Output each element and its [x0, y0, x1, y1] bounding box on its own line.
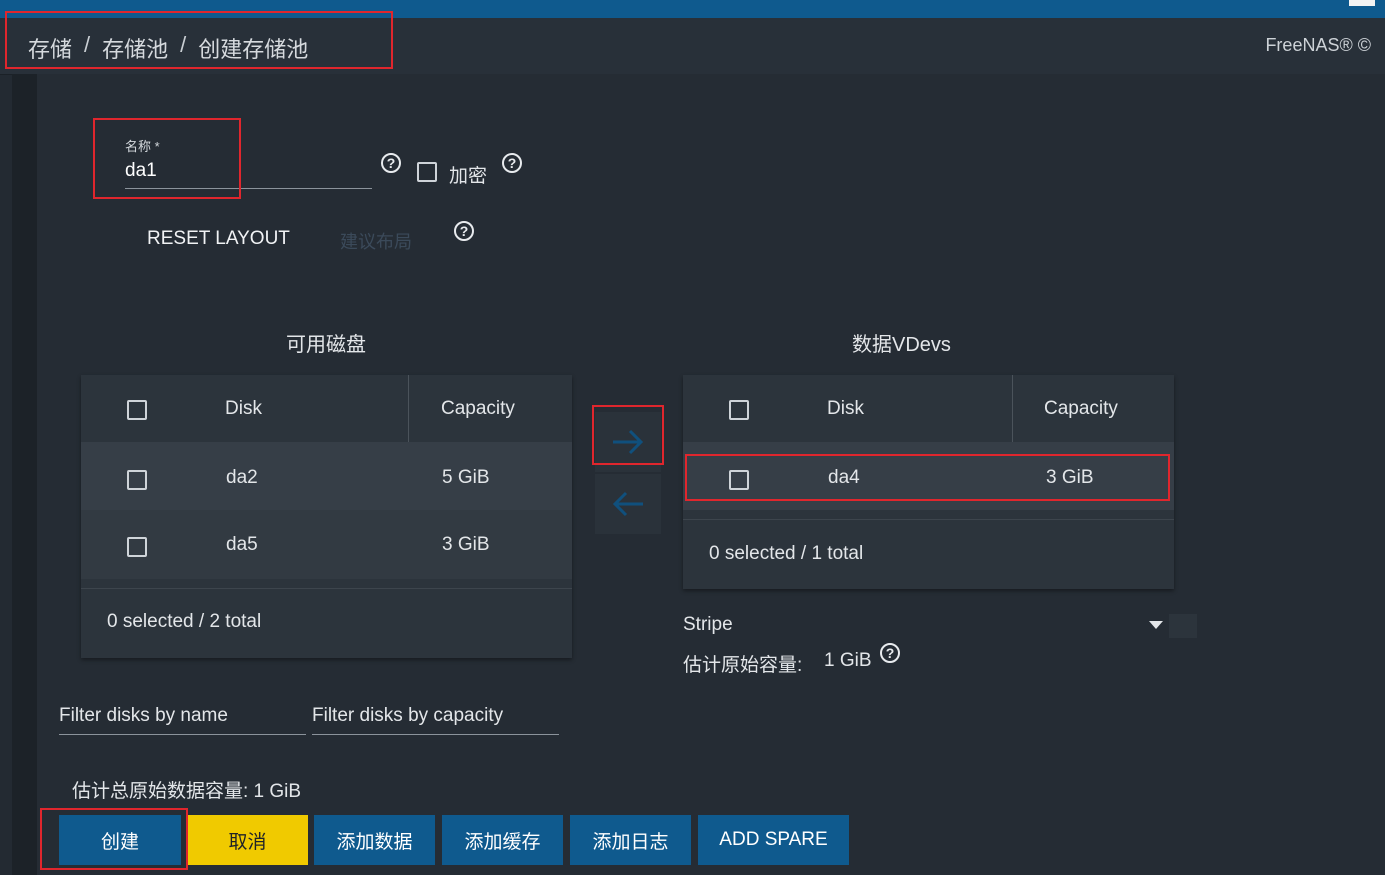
layout-select-extra	[1169, 614, 1197, 638]
name-input-underline	[125, 188, 372, 189]
filter-capacity-input[interactable]: Filter disks by capacity	[312, 705, 503, 727]
menu-icon[interactable]	[1349, 0, 1375, 6]
breadcrumb-separator: /	[180, 32, 187, 57]
cancel-button[interactable]: 取消	[187, 815, 308, 865]
table-row[interactable]: da4 3 GiB	[683, 442, 1174, 510]
disk-name: da2	[226, 467, 258, 488]
data-vdevs-title: 数据VDevs	[852, 334, 951, 356]
column-header-disk[interactable]: Disk	[225, 398, 262, 420]
breadcrumb-separator: /	[84, 32, 91, 57]
arrow-left-icon	[612, 491, 643, 517]
encrypt-help-icon[interactable]: ?	[502, 153, 522, 173]
filter-capacity-underline	[312, 734, 559, 735]
move-left-button[interactable]	[595, 474, 661, 534]
breadcrumb-item-pools[interactable]: 存储池	[102, 32, 168, 64]
row-checkbox[interactable]	[729, 470, 749, 490]
column-separator	[408, 375, 409, 442]
select-all-checkbox[interactable]	[729, 400, 749, 420]
name-help-icon[interactable]: ?	[381, 153, 401, 173]
move-right-button[interactable]	[595, 412, 661, 472]
reset-layout-button[interactable]: RESET LAYOUT	[147, 228, 290, 250]
caret-down-icon[interactable]	[1149, 621, 1163, 629]
table-footer-divider	[81, 588, 572, 589]
estimated-capacity-value: 1 GiB	[824, 650, 872, 671]
top-toolbar	[0, 0, 1385, 18]
brand-label: FreeNAS® ©	[1265, 35, 1371, 55]
encrypt-checkbox[interactable]	[417, 162, 437, 182]
disk-capacity: 3 GiB	[1046, 467, 1094, 488]
breadcrumb-bar: 存储 / 存储池 / 创建存储池 FreeNAS® ©	[0, 18, 1385, 75]
filter-name-input[interactable]: Filter disks by name	[59, 705, 228, 727]
breadcrumb-item-create-pool: 创建存储池	[198, 37, 309, 62]
available-disks-table: Disk Capacity da2 5 GiB da5 3 GiB 0 sele…	[81, 375, 572, 658]
disk-name: da5	[226, 534, 258, 555]
add-log-button[interactable]: 添加日志	[570, 815, 691, 865]
breadcrumb-item-storage[interactable]: 存储	[28, 32, 72, 64]
add-spare-button[interactable]: ADD SPARE	[698, 815, 849, 865]
layout-help-icon[interactable]: ?	[454, 221, 474, 241]
vdev-layout-select[interactable]: Stripe	[683, 614, 733, 636]
create-button[interactable]: 创建	[59, 815, 181, 865]
breadcrumb: 存储 / 存储池 / 创建存储池	[28, 32, 308, 64]
name-input[interactable]: da1	[125, 160, 157, 182]
column-header-disk[interactable]: Disk	[827, 398, 864, 420]
column-header-capacity[interactable]: Capacity	[441, 398, 515, 420]
suggest-layout-button[interactable]: 建议布局	[340, 228, 412, 254]
add-data-button[interactable]: 添加数据	[314, 815, 435, 865]
table-footer-divider	[683, 519, 1174, 520]
arrow-right-icon	[613, 429, 644, 455]
disk-name: da4	[828, 467, 860, 488]
column-separator	[1012, 375, 1013, 442]
vdevs-selection-count: 0 selected / 1 total	[709, 543, 864, 564]
table-header: Disk Capacity	[683, 375, 1174, 442]
disk-capacity: 5 GiB	[442, 467, 490, 488]
row-checkbox[interactable]	[127, 470, 147, 490]
side-rail	[12, 74, 37, 875]
table-header: Disk Capacity	[81, 375, 572, 442]
capacity-help-icon[interactable]: ?	[880, 643, 900, 663]
column-header-capacity[interactable]: Capacity	[1044, 398, 1118, 420]
disk-capacity: 3 GiB	[442, 534, 490, 555]
encrypt-label: 加密	[449, 166, 488, 187]
table-row[interactable]: da5 3 GiB	[81, 510, 572, 579]
name-field-label: 名称 *	[125, 139, 160, 154]
available-selection-count: 0 selected / 2 total	[107, 611, 262, 632]
available-disks-title: 可用磁盘	[286, 334, 366, 356]
table-row[interactable]: da2 5 GiB	[81, 442, 572, 510]
add-cache-button[interactable]: 添加缓存	[442, 815, 563, 865]
total-estimated-capacity: 估计总原始数据容量: 1 GiB	[72, 781, 302, 802]
select-all-checkbox[interactable]	[127, 400, 147, 420]
data-vdevs-table: Disk Capacity da4 3 GiB 0 selected / 1 t…	[683, 375, 1174, 589]
estimated-capacity-label: 估计原始容量:	[683, 655, 803, 676]
row-checkbox[interactable]	[127, 537, 147, 557]
filter-name-underline	[59, 734, 306, 735]
